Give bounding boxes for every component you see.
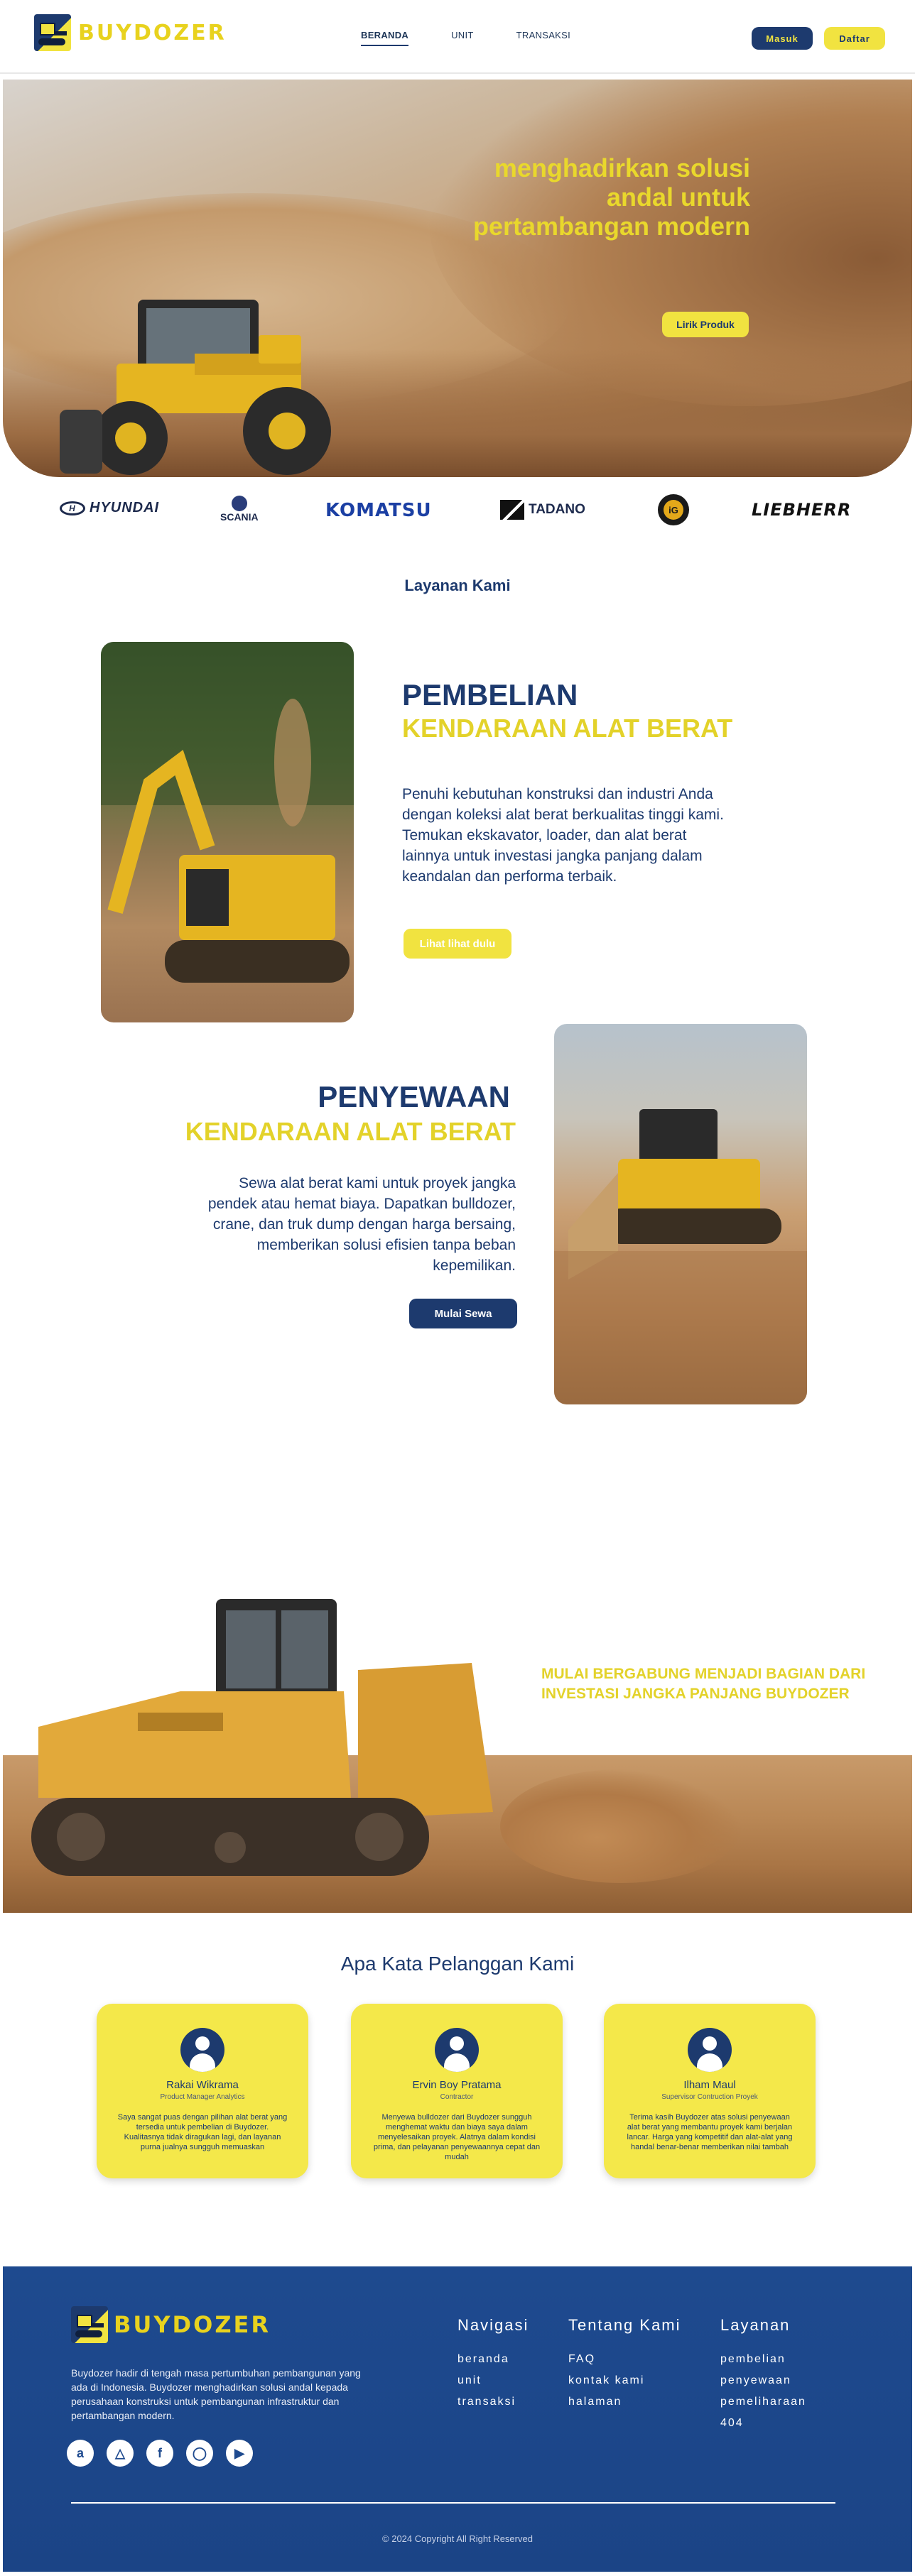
purchase-heading: PEMBELIAN	[402, 678, 578, 711]
avatar-icon	[180, 2028, 224, 2072]
footer-description: Buydozer hadir di tengah masa pertumbuha…	[71, 2367, 361, 2421]
testimonial-quote: Saya sangat puas dengan pilihan alat ber…	[117, 2113, 288, 2151]
footer-brand-name: BUYDOZER	[114, 2311, 271, 2338]
testimonial-card: Rakai Wikrama Product Manager Analytics …	[97, 2004, 308, 2178]
brand-name: BUYDOZER	[78, 20, 227, 45]
testimonial-card: Ervin Boy Pratama Contractor Menyewa bul…	[351, 2004, 563, 2178]
register-button[interactable]: Daftar	[824, 27, 885, 50]
footer-column-title: Navigasi	[458, 2316, 529, 2334]
join-banner: MULAI BERGABUNG MENJADI BAGIAN DARI INVE…	[3, 1578, 912, 1913]
purchase-description: Penuhi kebutuhan konstruksi dan industri…	[402, 786, 724, 885]
tractor-illustration	[60, 300, 331, 475]
footer-link[interactable]: FAQ	[568, 2353, 681, 2366]
testimonial-quote: Terima kasih Buydozer atas solusi penyew…	[627, 2113, 793, 2151]
footer-link[interactable]: kontak kami	[568, 2374, 681, 2387]
footer-column-title: Layanan	[720, 2316, 791, 2334]
services-title: Layanan Kami	[404, 577, 511, 594]
copyright: © 2024 Copyright All Right Reserved	[382, 2533, 533, 2544]
bulldozer-logo-icon	[71, 2306, 108, 2343]
facebook-icon[interactable]: f	[146, 2440, 173, 2467]
testimonial-role: Contractor	[440, 2093, 474, 2101]
join-text: MULAI BERGABUNG MENJADI BAGIAN DARI INVE…	[541, 1666, 866, 1702]
footer-link[interactable]: pemeliharaan	[720, 2396, 806, 2408]
purchase-subheading: KENDARAAN ALAT BERAT	[402, 714, 733, 743]
login-button[interactable]: Masuk	[752, 27, 813, 50]
rental-heading: PENYEWAAN	[318, 1080, 510, 1113]
ig-logo: iG	[658, 494, 689, 525]
hyundai-logo: H HYUNDAI	[60, 500, 159, 516]
footer-column-title: Tentang Kami	[568, 2316, 681, 2334]
excavator-image	[101, 642, 354, 1022]
footer-divider	[71, 2502, 835, 2504]
purchase-cta-button[interactable]: Lihat lihat dulu	[404, 929, 511, 959]
testimonial-card: Ilham Maul Supervisor Contruction Proyek…	[604, 2004, 816, 2178]
hero-banner: menghadirkan solusi andal untuk pertamba…	[3, 80, 912, 477]
footer-link[interactable]: 404	[720, 2417, 806, 2430]
testimonial-name: Ilham Maul	[683, 2079, 736, 2091]
navbar: BUYDOZER BERANDA UNIT TRANSAKSI Masuk Da…	[0, 0, 915, 74]
testimonial-role: Supervisor Contruction Proyek	[661, 2093, 758, 2101]
footer-column-navigasi: Navigasi beranda unit transaksi	[458, 2316, 529, 2417]
footer-link[interactable]: beranda	[458, 2353, 529, 2366]
avatar-icon	[435, 2028, 479, 2072]
rental-subheading: KENDARAAN ALAT BERAT	[185, 1117, 516, 1146]
komatsu-logo: KOMATSU	[325, 500, 432, 521]
footer: BUYDOZER Buydozer hadir di tengah masa p…	[3, 2266, 912, 2572]
footer-link[interactable]: penyewaan	[720, 2374, 806, 2387]
testimonial-role: Product Manager Analytics	[160, 2093, 245, 2101]
footer-column-layanan: Layanan pembelian penyewaan pemeliharaan…	[720, 2316, 806, 2438]
bulldozer-logo-icon	[34, 14, 71, 51]
footer-column-tentang: Tentang Kami FAQ kontak kami halaman	[568, 2316, 681, 2417]
instagram-icon[interactable]: ◯	[186, 2440, 213, 2467]
amazon-icon[interactable]: a	[67, 2440, 94, 2467]
nav-link-transaksi[interactable]: TRANSAKSI	[516, 30, 570, 46]
rental-description: Sewa alat berat kami untuk proyek jangka…	[207, 1175, 516, 1274]
bulldozer-illustration	[31, 1599, 493, 1876]
drive-icon[interactable]: △	[107, 2440, 134, 2467]
nav-link-unit[interactable]: UNIT	[451, 30, 474, 46]
testimonial-cards: Rakai Wikrama Product Manager Analytics …	[0, 2004, 915, 2181]
footer-link[interactable]: halaman	[568, 2396, 681, 2408]
testimonial-quote: Menyewa bulldozer dari Buydozer sungguh …	[373, 2113, 541, 2161]
partner-logos: H HYUNDAI SCANIA KOMATSU TADANO iG LIEBHE…	[0, 491, 915, 531]
main-nav: BERANDA UNIT TRANSAKSI	[361, 30, 613, 46]
bulldozer-image	[554, 1024, 807, 1404]
avatar-icon	[688, 2028, 732, 2072]
hero-title: menghadirkan solusi andal untuk pertamba…	[472, 153, 750, 241]
testimonial-name: Rakai Wikrama	[166, 2079, 239, 2091]
testimonials-title: Apa Kata Pelanggan Kami	[340, 1953, 575, 1975]
scania-logo: SCANIA	[220, 496, 259, 523]
testimonial-name: Ervin Boy Pratama	[412, 2079, 502, 2091]
rental-cta-button[interactable]: Mulai Sewa	[409, 1299, 517, 1328]
social-links: a △ f ◯ ▶	[67, 2440, 253, 2467]
liebherr-logo: LIEBHERR	[752, 500, 852, 520]
footer-link[interactable]: unit	[458, 2374, 529, 2387]
brand-logo[interactable]: BUYDOZER	[34, 14, 227, 51]
footer-link[interactable]: pembelian	[720, 2353, 806, 2366]
hero-cta-button[interactable]: Lirik Produk	[662, 312, 749, 337]
footer-link[interactable]: transaksi	[458, 2396, 529, 2408]
tadano-logo: TADANO	[500, 500, 585, 520]
youtube-icon[interactable]: ▶	[226, 2440, 253, 2467]
nav-link-beranda[interactable]: BERANDA	[361, 30, 409, 46]
footer-logo[interactable]: BUYDOZER	[71, 2306, 271, 2343]
